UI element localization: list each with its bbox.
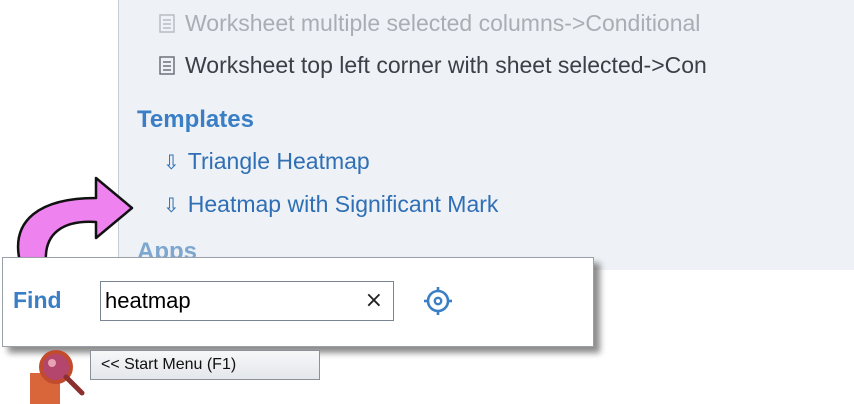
- template-item-label: Triangle Heatmap: [187, 148, 370, 174]
- search-results-panel: Worksheet multiple selected columns->Con…: [118, 0, 854, 270]
- result-item-label: Worksheet multiple selected columns->Con…: [185, 10, 701, 36]
- find-input-box: ×: [100, 281, 394, 321]
- download-icon: ⇩: [163, 192, 180, 217]
- result-item[interactable]: Worksheet multiple selected columns->Con…: [159, 10, 700, 37]
- template-item-label: Heatmap with Significant Mark: [187, 191, 499, 217]
- download-icon: ⇩: [163, 149, 180, 174]
- document-icon: [159, 56, 175, 75]
- document-icon: [159, 14, 175, 33]
- template-item-triangle-heatmap[interactable]: ⇩ Triangle Heatmap: [163, 148, 370, 175]
- curved-arrow-icon: [17, 176, 134, 264]
- template-item-heatmap-significant-mark[interactable]: ⇩ Heatmap with Significant Mark: [163, 191, 498, 218]
- find-label: Find: [13, 287, 62, 313]
- clear-icon[interactable]: ×: [365, 288, 383, 313]
- search-magnifier-icon[interactable]: [30, 343, 90, 404]
- result-item[interactable]: Worksheet top left corner with sheet sel…: [159, 52, 707, 79]
- result-item-label: Worksheet top left corner with sheet sel…: [185, 52, 707, 78]
- find-bar: Find ×: [2, 257, 594, 347]
- section-heading-templates: Templates: [137, 106, 254, 133]
- start-menu-button[interactable]: << Start Menu (F1): [90, 350, 320, 380]
- gear-icon[interactable]: [423, 286, 453, 316]
- search-input[interactable]: [105, 286, 345, 316]
